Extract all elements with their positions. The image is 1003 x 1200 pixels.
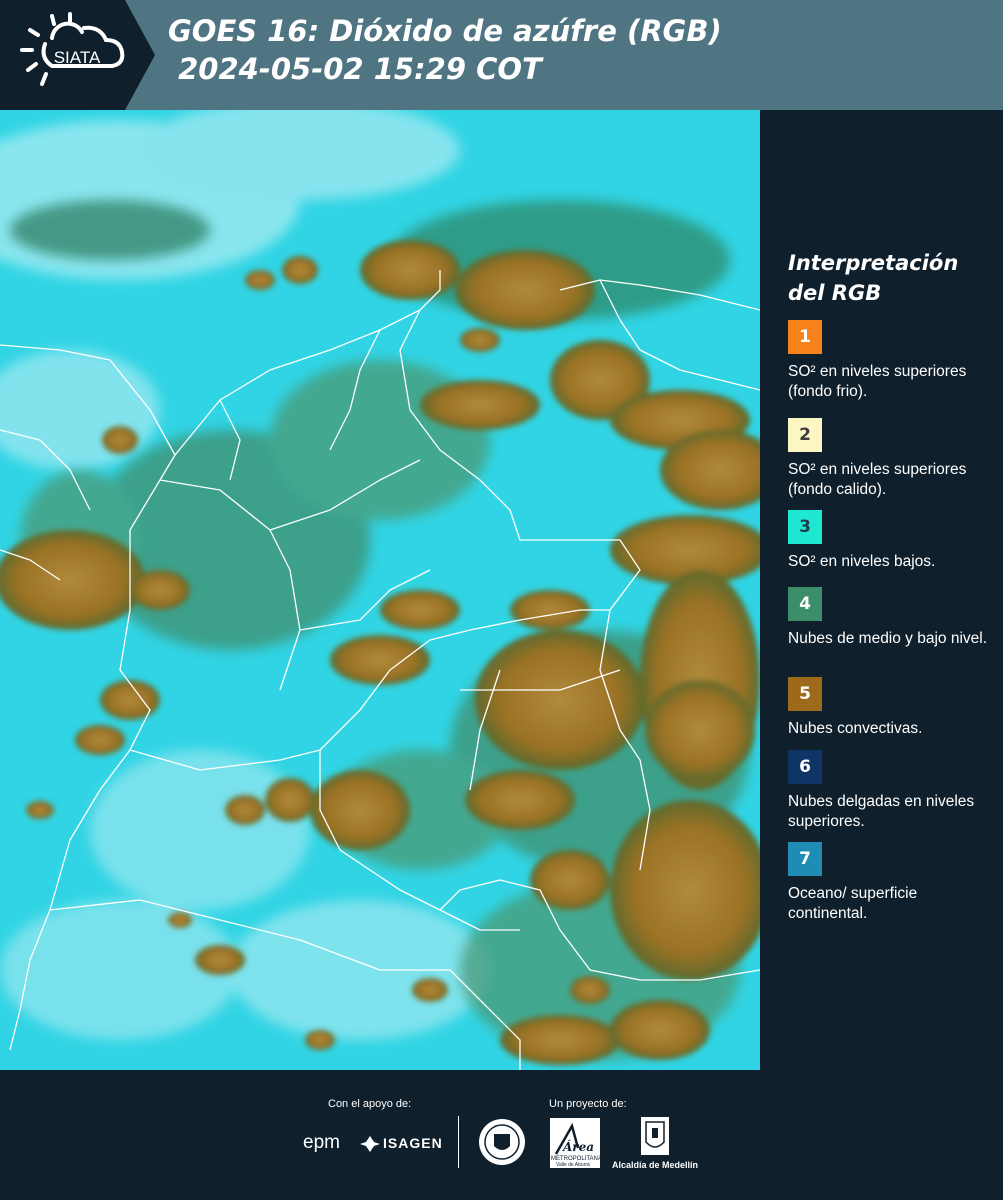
page-title: GOES 16: Dióxido de azúfre (RGB) 2024-05… (168, 12, 722, 88)
legend-number-2: 2 (799, 425, 811, 445)
title-line-product: GOES 16: Dióxido de azúfre (RGB) (168, 14, 722, 48)
legend-item-2: 2 SO² en niveles superiores (fondo calid… (788, 418, 994, 500)
legend-item-5: 5 Nubes convectivas. (788, 677, 994, 739)
legend-number-7: 7 (799, 849, 811, 869)
satellite-image (0, 110, 760, 1070)
legend-title-line2: del RGB (788, 281, 882, 305)
legend-desc-7: Oceano/ superficie continental. (788, 885, 918, 922)
legend-desc-3: SO² en niveles bajos. (788, 553, 936, 570)
legend-item-1: 1 SO² en niveles superiores (fondo frio)… (788, 320, 994, 402)
legend-swatch-4: 4 (788, 587, 822, 621)
footer: Con el apoyo de: Un proyecto de: epm ISA… (0, 1070, 1003, 1200)
alcaldia-shield-icon (641, 1117, 669, 1155)
legend-item-7: 7 Oceano/ superficie continental. (788, 842, 994, 924)
isagen-icon (360, 1136, 380, 1152)
legend-number-5: 5 (799, 684, 811, 704)
footer-divider (458, 1116, 459, 1168)
isagen-logo: ISAGEN (383, 1135, 443, 1151)
legend-desc-2: SO² en niveles superiores (fondo calido)… (788, 461, 967, 498)
legend-item-3: 3 SO² en niveles bajos. (788, 510, 994, 572)
logo-block: SIATA (0, 0, 155, 110)
legend-title-line1: Interpretación (788, 251, 959, 275)
title-line-timestamp: 2024-05-02 15:29 COT (168, 52, 542, 86)
satellite-map (0, 110, 760, 1070)
support-label: Con el apoyo de: (328, 1098, 412, 1110)
legend-swatch-7: 7 (788, 842, 822, 876)
legend-desc-5: Nubes convectivas. (788, 720, 923, 737)
legend-panel: Interpretación del RGB 1 SO² en niveles … (760, 110, 1003, 1070)
area-logo-text: Área (563, 1140, 595, 1154)
legend-swatch-3: 3 (788, 510, 822, 544)
area-logo-subtext2: Valle de Aburrá (556, 1162, 590, 1168)
legend-swatch-2: 2 (788, 418, 822, 452)
legend-desc-1: SO² en niveles superiores (fondo frio). (788, 363, 967, 400)
legend-number-6: 6 (799, 757, 811, 777)
medellin-seal-icon (479, 1119, 525, 1165)
siata-logo-text: SIATA (54, 48, 101, 67)
project-label: Un proyecto de: (549, 1098, 627, 1110)
epm-logo: epm (303, 1132, 340, 1153)
legend-number-1: 1 (799, 327, 811, 347)
legend-swatch-6: 6 (788, 750, 822, 784)
legend-desc-4: Nubes de medio y bajo nivel. (788, 630, 988, 647)
legend-swatch-1: 1 (788, 320, 822, 354)
header-bar: SIATA GOES 16: Dióxido de azúfre (RGB) 2… (0, 0, 1003, 110)
legend-number-3: 3 (799, 517, 811, 537)
legend-item-4: 4 Nubes de medio y bajo nivel. (788, 587, 994, 649)
alcaldia-logo-text: Alcaldía de Medellín (612, 1160, 699, 1170)
legend-item-6: 6 Nubes delgadas en niveles superiores. (788, 750, 994, 832)
legend-title: Interpretación del RGB (788, 248, 958, 308)
legend-desc-6: Nubes delgadas en niveles superiores. (788, 793, 975, 830)
legend-swatch-5: 5 (788, 677, 822, 711)
legend-number-4: 4 (799, 594, 811, 614)
